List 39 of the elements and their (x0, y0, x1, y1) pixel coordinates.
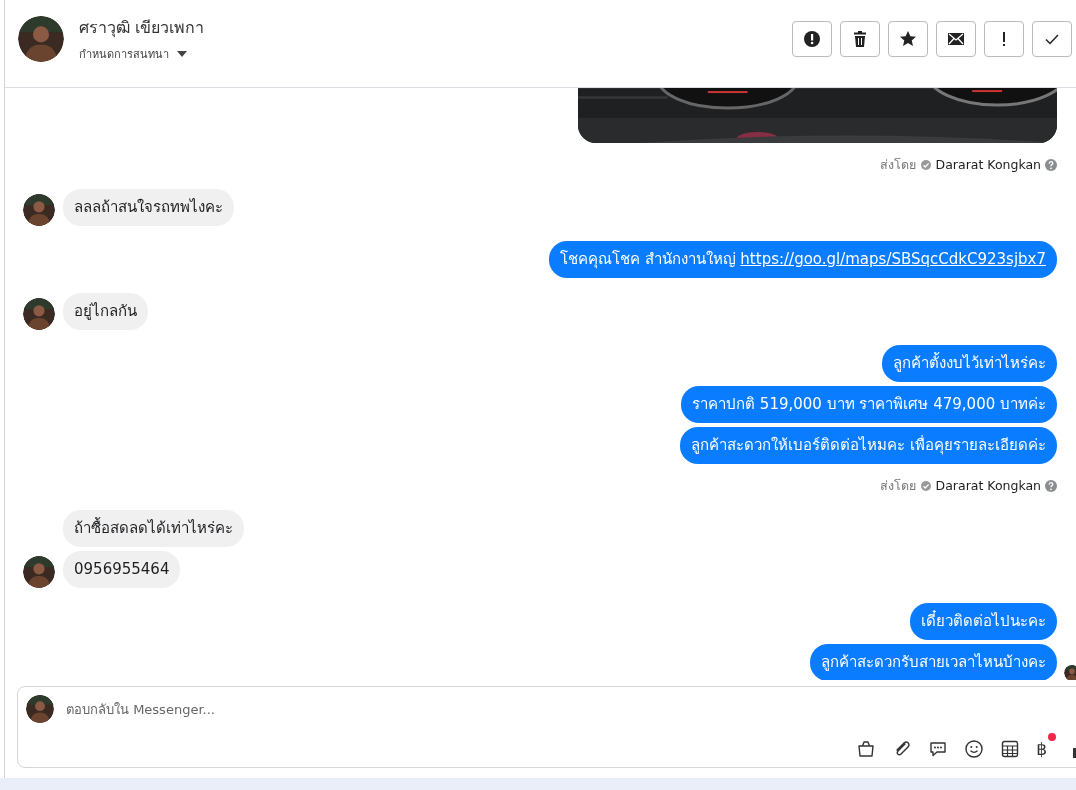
toolbar-button[interactable] (792, 21, 832, 57)
message-bubble: 0956955464 (63, 551, 181, 588)
currency-button[interactable]: ฿ (1036, 733, 1056, 759)
check-circle-icon (919, 159, 932, 171)
toolbar-button[interactable] (936, 21, 976, 57)
message-bubble: ลูกค้าสะดวกให้เบอร์ติดต่อไหมคะ เพื่อคุยรายละเอียดค่ะ (680, 427, 1057, 464)
message-bubble: เดี๋ยวติดต่อไปนะคะ (910, 603, 1057, 640)
reply-box[interactable]: ตอบกลับใน Messenger... ฿ (17, 686, 1076, 768)
message-text: โชคคุณโชค สำนักงานใหญ่ (559, 250, 736, 268)
check-circle-icon (919, 480, 932, 492)
sent-by-label: ส่งโดย (879, 477, 916, 495)
message-link[interactable]: https://goo.gl/maps/SBSqcCdkC923sjbx7 (740, 250, 1046, 268)
sender-name: Dararat Kongkan (935, 477, 1041, 495)
caret-icon (177, 51, 187, 57)
star-icon (898, 29, 918, 49)
conversation-menu[interactable]: กำหนดการสนทนา (79, 45, 187, 63)
bag-icon[interactable] (856, 739, 877, 759)
chat-bubble-icon[interactable] (928, 739, 949, 759)
smiley-icon[interactable] (964, 739, 985, 759)
help-icon (1045, 480, 1057, 492)
contact-avatar (23, 298, 55, 330)
alert-icon (802, 29, 822, 49)
toolbar-button[interactable] (840, 21, 880, 57)
sender-name: Dararat Kongkan (935, 156, 1041, 174)
contact-avatar (18, 16, 64, 62)
sent-by-label: ส่งโดย (879, 156, 916, 174)
help-icon (1045, 159, 1057, 171)
message-bubble: อยู่ไกลกัน (63, 293, 148, 330)
message-bubble: ลลลถ้าสนใจรถทพไงคะ (63, 189, 234, 226)
toolbar-button[interactable] (888, 21, 928, 57)
message-bubble: ราคาปกติ 519,000 บาท ราคาพิเศษ 479,000 บาทค่ะ (681, 386, 1057, 423)
message-bubble: ลูกค้าตั้งงบไว้เท่าไหร่คะ (882, 345, 1057, 382)
message-bubble: ลูกค้าสะดวกรับสายเวลาไหนบ้างคะ (810, 644, 1057, 680)
contact-avatar (23, 556, 55, 588)
page-avatar (26, 695, 54, 723)
table-icon[interactable] (1000, 739, 1021, 759)
contact-name: ศราวุฒิ เขียวเพกา (79, 18, 205, 38)
message-bubble: ถ้าซื้อสดลดได้เท่าไหร่คะ (63, 510, 244, 547)
contact-avatar (23, 194, 55, 226)
